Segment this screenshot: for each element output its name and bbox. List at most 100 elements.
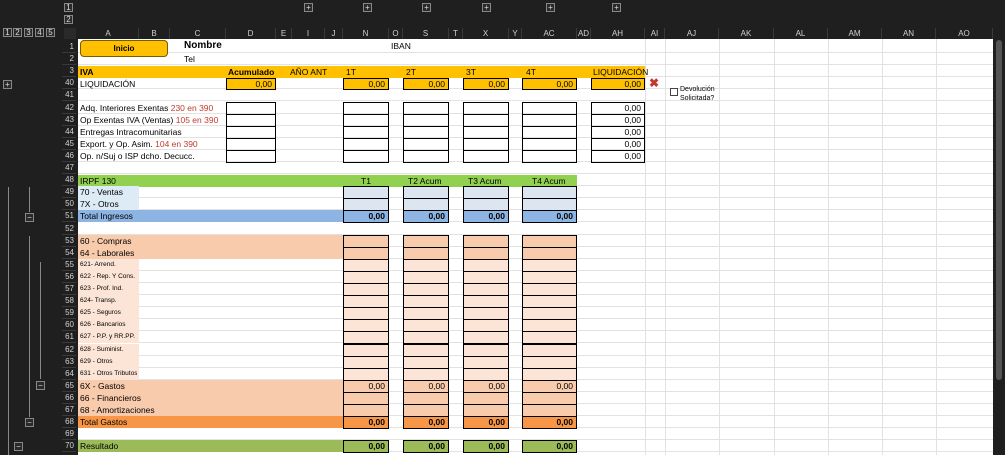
- iva-input-cell[interactable]: [343, 150, 389, 163]
- liq-q1-cell[interactable]: 0,00: [343, 78, 389, 90]
- col-header-ao[interactable]: AO: [936, 28, 993, 39]
- devolucion-checkbox[interactable]: [670, 88, 678, 96]
- row-header[interactable]: 62: [62, 344, 76, 356]
- collapse-total-gastos-button[interactable]: −: [25, 418, 34, 427]
- expand-cols-button-2[interactable]: +: [363, 3, 372, 12]
- row-header[interactable]: 56: [62, 271, 76, 283]
- row-header[interactable]: 3: [62, 65, 76, 77]
- row-header[interactable]: 40: [62, 77, 76, 89]
- col-header-ah[interactable]: AH: [591, 28, 645, 39]
- row-header[interactable]: 2: [62, 53, 76, 65]
- row-header[interactable]: 58: [62, 295, 76, 307]
- collapse-gastos-button[interactable]: −: [36, 381, 45, 390]
- irpf-value-cell[interactable]: 0,00: [403, 210, 449, 223]
- row-header[interactable]: 66: [62, 392, 76, 404]
- liq-q3-cell[interactable]: 0,00: [463, 78, 509, 90]
- irpf-value-cell[interactable]: 0,00: [522, 210, 577, 223]
- row-header[interactable]: 70: [62, 440, 76, 452]
- row-header[interactable]: 54: [62, 247, 76, 259]
- close-icon[interactable]: ✖: [649, 77, 659, 89]
- col-header-ak[interactable]: AK: [719, 28, 774, 39]
- col-level-3-button[interactable]: 3: [24, 28, 33, 37]
- irpf-value-cell[interactable]: 0,00: [463, 440, 509, 453]
- col-header-ad[interactable]: AD: [577, 28, 591, 39]
- row-header[interactable]: 67: [62, 404, 76, 416]
- col-header-o[interactable]: O: [389, 28, 403, 39]
- row-header[interactable]: 49: [62, 186, 76, 198]
- irpf-value-cell[interactable]: [463, 331, 509, 344]
- expand-cols-button-6[interactable]: +: [612, 3, 621, 12]
- expand-cols-button-4[interactable]: +: [482, 3, 491, 12]
- col-header-c[interactable]: C: [170, 28, 226, 39]
- row-header[interactable]: 64: [62, 368, 76, 380]
- scrollbar-thumb[interactable]: [996, 40, 1002, 380]
- collapse-resultado-button[interactable]: −: [14, 442, 23, 451]
- inicio-button[interactable]: Inicio: [80, 40, 168, 57]
- col-header-y[interactable]: Y: [509, 28, 522, 39]
- col-header-an[interactable]: AN: [882, 28, 936, 39]
- col-header-t[interactable]: T: [449, 28, 463, 39]
- irpf-value-cell[interactable]: 0,00: [463, 210, 509, 223]
- col-level-5-button[interactable]: 5: [46, 28, 55, 37]
- col-header-a[interactable]: A: [78, 28, 139, 39]
- row-header[interactable]: 65: [62, 380, 76, 392]
- col-header-ai[interactable]: AI: [645, 28, 665, 39]
- irpf-value-cell[interactable]: 0,00: [343, 440, 389, 453]
- col-header-d[interactable]: D: [226, 28, 276, 39]
- row-header[interactable]: 68: [62, 416, 76, 428]
- irpf-value-cell[interactable]: 0,00: [522, 440, 577, 453]
- irpf-value-cell[interactable]: 0,00: [343, 416, 389, 429]
- liq-acumulado-cell[interactable]: 0,00: [226, 78, 276, 90]
- row-header[interactable]: 51: [62, 210, 76, 222]
- irpf-value-cell[interactable]: [522, 331, 577, 344]
- col-header-b[interactable]: B: [139, 28, 170, 39]
- col-header-n[interactable]: N: [343, 28, 389, 39]
- row-header[interactable]: 43: [62, 114, 76, 126]
- row-header[interactable]: 57: [62, 283, 76, 295]
- irpf-value-cell[interactable]: [403, 331, 449, 344]
- row-header[interactable]: 61: [62, 331, 76, 343]
- irpf-value-cell[interactable]: [343, 331, 389, 344]
- row-header[interactable]: 53: [62, 235, 76, 247]
- col-header-x[interactable]: X: [463, 28, 509, 39]
- expand-cols-button-1[interactable]: +: [304, 3, 313, 12]
- row-header[interactable]: 41: [62, 89, 76, 101]
- row-header[interactable]: 1: [62, 41, 76, 53]
- expand-row-group-button[interactable]: +: [3, 80, 12, 89]
- row-header[interactable]: 55: [62, 259, 76, 271]
- irpf-value-cell[interactable]: 0,00: [403, 440, 449, 453]
- irpf-value-cell[interactable]: 0,00: [522, 416, 577, 429]
- expand-cols-button-5[interactable]: +: [546, 3, 555, 12]
- row-header[interactable]: 50: [62, 198, 76, 210]
- col-level-2-button[interactable]: 2: [13, 28, 22, 37]
- col-level-4-button[interactable]: 4: [35, 28, 44, 37]
- col-header-e[interactable]: E: [276, 28, 292, 39]
- irpf-value-cell[interactable]: 0,00: [343, 210, 389, 223]
- iva-input-cell[interactable]: [226, 150, 276, 163]
- row-header[interactable]: 48: [62, 174, 76, 186]
- collapse-income-button[interactable]: −: [25, 213, 34, 222]
- row-header[interactable]: 52: [62, 223, 76, 235]
- expand-cols-button-3[interactable]: +: [422, 3, 431, 12]
- irpf-value-cell[interactable]: 0,00: [403, 416, 449, 429]
- iva-input-cell[interactable]: [403, 150, 449, 163]
- iva-total-cell[interactable]: 0,00: [591, 150, 645, 163]
- iva-input-cell[interactable]: [522, 150, 577, 163]
- irpf-value-cell[interactable]: 0,00: [463, 416, 509, 429]
- row-header[interactable]: 69: [62, 428, 76, 440]
- row-header[interactable]: 45: [62, 138, 76, 150]
- col-header-al[interactable]: AL: [774, 28, 828, 39]
- liq-total-cell[interactable]: 0,00: [591, 78, 645, 90]
- row-header[interactable]: 60: [62, 319, 76, 331]
- liq-q4-cell[interactable]: 0,00: [522, 78, 577, 90]
- col-header-j[interactable]: J: [325, 28, 343, 39]
- col-header-i[interactable]: I: [292, 28, 325, 39]
- col-level-1-button[interactable]: 1: [3, 28, 12, 37]
- row-header[interactable]: 59: [62, 307, 76, 319]
- row-level-2-button[interactable]: 2: [64, 15, 73, 24]
- row-header[interactable]: 42: [62, 102, 76, 114]
- col-header-aj[interactable]: AJ: [665, 28, 719, 39]
- row-level-1-button[interactable]: 1: [64, 3, 73, 12]
- col-header-s[interactable]: S: [403, 28, 449, 39]
- row-header[interactable]: 44: [62, 126, 76, 138]
